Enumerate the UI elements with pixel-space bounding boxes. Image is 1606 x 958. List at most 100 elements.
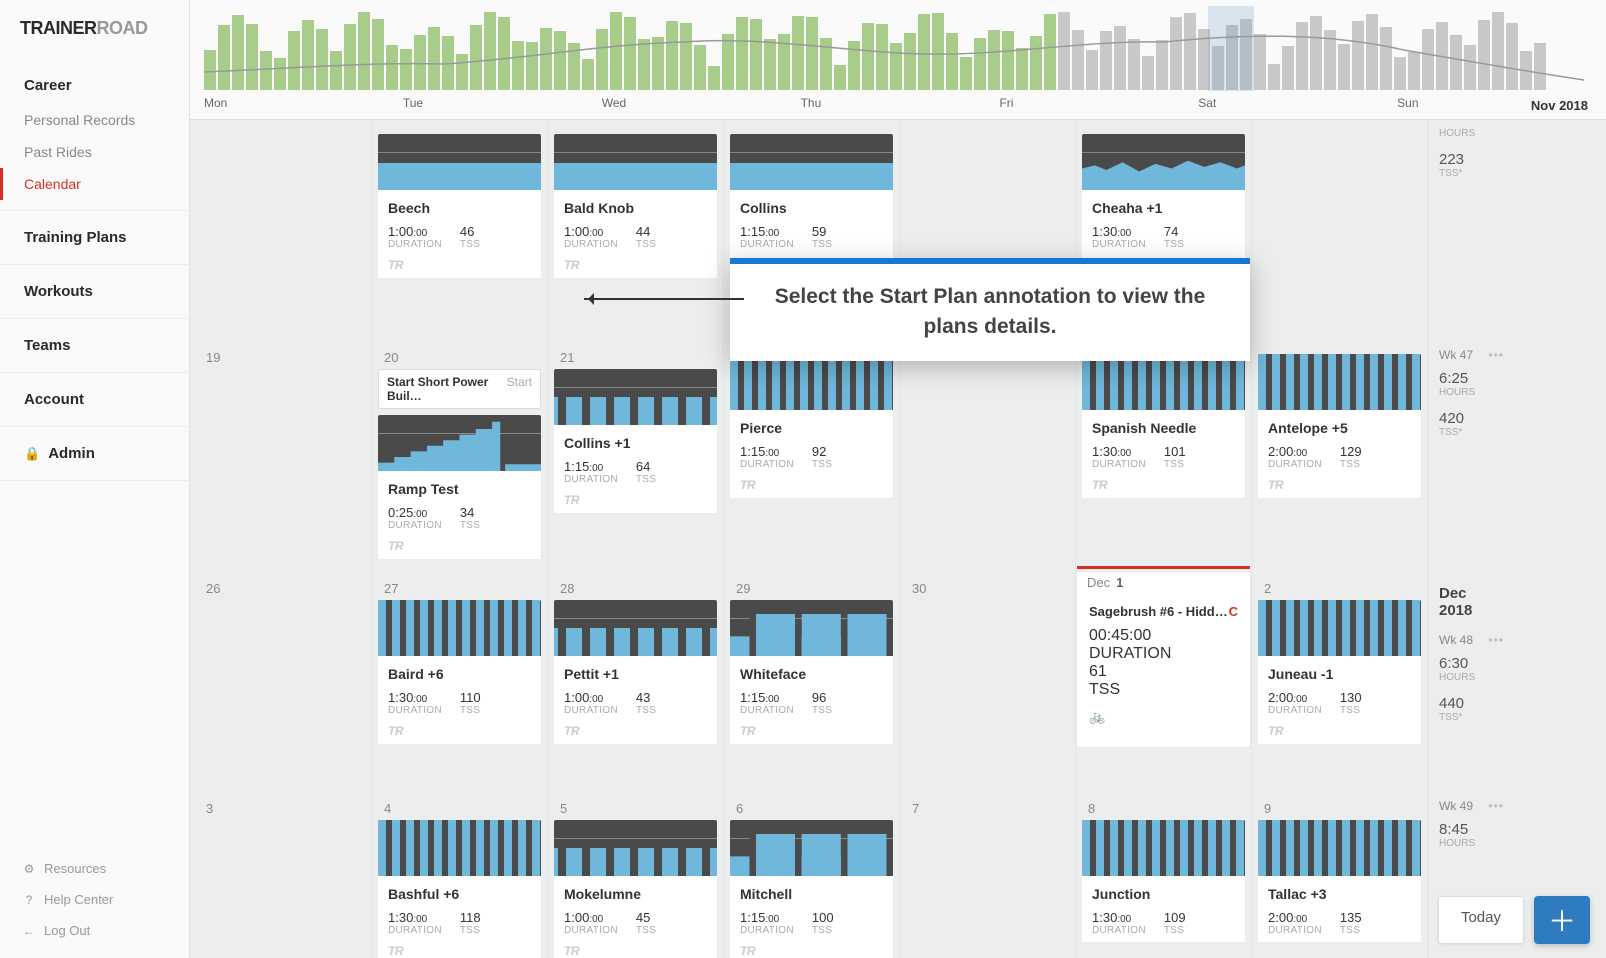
workout-card[interactable]: Beech1:00:00DURATION46TSSTR: [378, 134, 541, 278]
calendar-cell[interactable]: [1252, 120, 1428, 340]
week-summary[interactable]: Dec 2018Wk 48•••6:30HOURS440TSS*: [1428, 571, 1514, 791]
calendar-cell[interactable]: [900, 340, 1076, 571]
more-icon[interactable]: •••: [1488, 633, 1504, 647]
race-duration: 00:45:00: [1089, 627, 1238, 645]
calendar-cell[interactable]: 28Pettit +11:00:00DURATION43TSSTR: [548, 571, 724, 791]
calendar-cell[interactable]: 9Tallac +32:00:00DURATION135TSS: [1252, 791, 1428, 958]
app-root: TRAINERROAD Career Personal Records Past…: [0, 0, 1606, 958]
calendar-cell[interactable]: Antelope +52:00:00DURATION129TSSTR: [1252, 340, 1428, 571]
calendar-row: 1920Start Short Power Buil…StartRamp Tes…: [194, 340, 1602, 571]
workout-card[interactable]: Tallac +32:00:00DURATION135TSS: [1258, 820, 1421, 942]
workout-card[interactable]: Juneau -12:00:00DURATION130TSSTR: [1258, 600, 1421, 744]
plus-icon: ＋: [1548, 900, 1576, 940]
nav-past-rides[interactable]: Past Rides: [0, 136, 189, 168]
overview-chart[interactable]: MonTueWedThuFriSatSun Nov 2018: [190, 0, 1606, 120]
calendar-grid[interactable]: Beech1:00:00DURATION46TSSTRBald Knob1:00…: [190, 120, 1606, 958]
workout-chart: [378, 600, 541, 656]
calendar-cell[interactable]: Pierce1:15:00DURATION92TSSTR: [724, 340, 900, 571]
calendar-cell[interactable]: 30: [900, 571, 1076, 791]
day-number: [200, 126, 365, 134]
workout-tss: 110: [460, 690, 481, 705]
workout-card[interactable]: Junction1:30:00DURATION109TSS: [1082, 820, 1245, 942]
calendar-cell[interactable]: Beech1:00:00DURATION46TSSTR: [372, 120, 548, 340]
workout-card[interactable]: Bald Knob1:00:00DURATION44TSSTR: [554, 134, 717, 278]
nav-teams[interactable]: Teams: [0, 319, 189, 373]
workout-chart: [730, 600, 893, 656]
calendar-cell[interactable]: Dec1Sagebrush #6 - Hidd…C00:45:00DURATIO…: [1076, 571, 1252, 791]
workout-card[interactable]: Bashful +61:30:00DURATION118TSSTR: [378, 820, 541, 958]
tr-badge: TR: [378, 716, 541, 738]
workout-chart: [1258, 820, 1421, 876]
race-tss: 61: [1089, 663, 1238, 681]
calendar-cell[interactable]: 2Juneau -12:00:00DURATION130TSSTR: [1252, 571, 1428, 791]
nav-career[interactable]: Career: [0, 67, 189, 104]
calendar-cell-mon[interactable]: [194, 120, 372, 340]
calendar-cell[interactable]: Bald Knob1:00:00DURATION44TSSTR: [548, 120, 724, 340]
workout-tss: 74: [1164, 224, 1184, 239]
day-number: 9: [1258, 797, 1421, 820]
calendar-cell[interactable]: 7: [900, 791, 1076, 958]
workout-card[interactable]: Pierce1:15:00DURATION92TSSTR: [730, 354, 893, 498]
lock-icon: 🔒: [24, 446, 40, 461]
workout-duration: 2:00:00: [1268, 444, 1322, 459]
settings-icon: ⚙: [22, 862, 36, 876]
workout-card[interactable]: Collins +11:15:00DURATION64TSSTR: [554, 369, 717, 513]
calendar-cell[interactable]: 4Bashful +61:30:00DURATION118TSSTR: [372, 791, 548, 958]
calendar-cell[interactable]: 20Start Short Power Buil…StartRamp Test0…: [372, 340, 548, 571]
more-icon[interactable]: •••: [1488, 799, 1504, 813]
calendar-cell[interactable]: 21Collins +11:15:00DURATION64TSSTR: [548, 340, 724, 571]
calendar-cell-mon[interactable]: 19: [194, 340, 372, 571]
workout-duration: 1:15:00: [564, 459, 618, 474]
workout-duration: 2:00:00: [1268, 910, 1322, 925]
more-icon[interactable]: •••: [1488, 348, 1504, 362]
workout-name: Collins: [730, 190, 893, 218]
workout-name: Bashful +6: [378, 876, 541, 904]
nav-account[interactable]: Account: [0, 373, 189, 427]
workout-card[interactable]: Baird +61:30:00DURATION110TSSTR: [378, 600, 541, 744]
add-button[interactable]: ＋: [1534, 896, 1590, 944]
link-logout[interactable]: ←Log Out: [0, 915, 189, 946]
nav-admin[interactable]: 🔒Admin: [0, 427, 189, 481]
today-button[interactable]: Today: [1438, 896, 1524, 944]
nav-personal-records[interactable]: Personal Records: [0, 104, 189, 136]
summary-tss: 440: [1439, 695, 1504, 712]
tr-badge: TR: [730, 470, 893, 492]
workout-card[interactable]: Cheaha +11:30:00DURATION74TSSTR: [1082, 134, 1245, 278]
week-summary[interactable]: Wk 47•••6:25HOURS420TSS*: [1428, 340, 1514, 571]
day-number: 21: [554, 346, 717, 369]
nav-group-career: Career Personal Records Past Rides Calen…: [0, 57, 189, 211]
annotation-tag: Start: [507, 375, 532, 403]
workout-card[interactable]: Mitchell1:15:00DURATION100TSSTR: [730, 820, 893, 958]
calendar-cell-mon[interactable]: 26: [194, 571, 372, 791]
calendar-cell[interactable]: 27Baird +61:30:00DURATION110TSSTR: [372, 571, 548, 791]
link-resources[interactable]: ⚙Resources: [0, 853, 189, 884]
calendar-cell[interactable]: 6Mitchell1:15:00DURATION100TSSTR: [724, 791, 900, 958]
logout-icon: ←: [22, 924, 36, 938]
workout-duration: 1:00:00: [564, 910, 618, 925]
workout-card[interactable]: Collins1:15:00DURATION59TSSTR: [730, 134, 893, 278]
week-summary[interactable]: HOURS223TSS*: [1428, 120, 1514, 340]
plan-annotation[interactable]: Start Short Power Buil…Start: [378, 369, 541, 409]
calendar-cell-mon[interactable]: 3: [194, 791, 372, 958]
link-help[interactable]: ?Help Center: [0, 884, 189, 915]
workout-card[interactable]: Pettit +11:00:00DURATION43TSSTR: [554, 600, 717, 744]
workout-card[interactable]: Mokelumne1:00:00DURATION45TSSTR: [554, 820, 717, 958]
nav-calendar[interactable]: Calendar: [0, 168, 189, 200]
race-priority: C: [1229, 604, 1238, 619]
calendar-cell[interactable]: Spanish Needle1:30:00DURATION101TSSTR: [1076, 340, 1252, 571]
logo[interactable]: TRAINERROAD: [0, 0, 189, 57]
summary-week: Wk 49•••: [1439, 799, 1504, 821]
workout-name: Antelope +5: [1258, 410, 1421, 438]
race-cell: Dec1Sagebrush #6 - Hidd…C00:45:00DURATIO…: [1076, 571, 1251, 748]
nav-training-plans[interactable]: Training Plans: [0, 211, 189, 265]
workout-card[interactable]: Whiteface1:15:00DURATION96TSSTR: [730, 600, 893, 744]
workout-card[interactable]: Ramp Test0:25:00DURATION34TSSTR: [378, 415, 541, 559]
calendar-cell[interactable]: 5Mokelumne1:00:00DURATION45TSSTR: [548, 791, 724, 958]
nav-workouts[interactable]: Workouts: [0, 265, 189, 319]
day-number: 8: [1082, 797, 1245, 820]
calendar-cell[interactable]: 8Junction1:30:00DURATION109TSS: [1076, 791, 1252, 958]
workout-card[interactable]: Spanish Needle1:30:00DURATION101TSSTR: [1082, 354, 1245, 498]
workout-card[interactable]: Antelope +52:00:00DURATION129TSSTR: [1258, 354, 1421, 498]
race-card[interactable]: Sagebrush #6 - Hidd…C00:45:00DURATION61T…: [1079, 592, 1248, 735]
calendar-cell[interactable]: 29Whiteface1:15:00DURATION96TSSTR: [724, 571, 900, 791]
